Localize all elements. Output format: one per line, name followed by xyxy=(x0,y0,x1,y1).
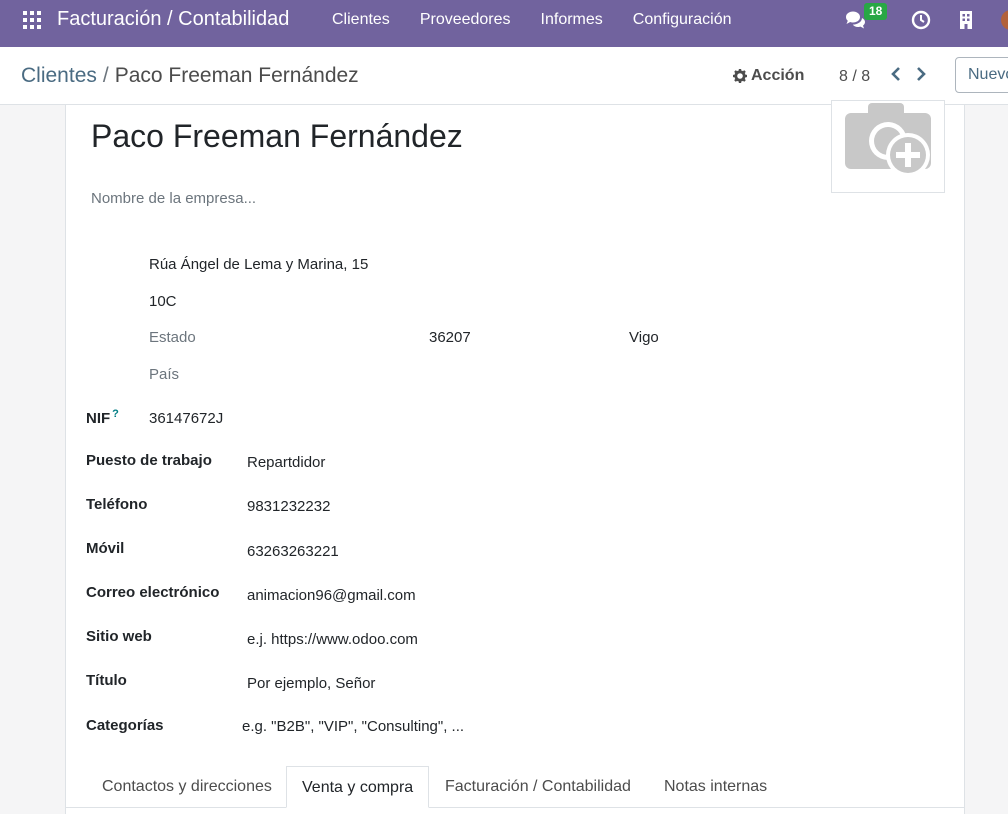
menu-item-configuracion[interactable]: Configuración xyxy=(618,0,747,40)
email-field[interactable]: animacion96@gmail.com xyxy=(247,587,416,604)
pager-value[interactable]: 8 / 8 xyxy=(839,68,870,86)
main-menu: Clientes Proveedores Informes Configurac… xyxy=(317,0,747,40)
partner-name-field[interactable]: Paco Freeman Fernández xyxy=(91,118,463,155)
website-field[interactable]: e.j. https://www.odoo.com xyxy=(247,631,418,648)
form-sheet: Paco Freeman Fernández Nombre de la empr… xyxy=(65,100,965,814)
tab-venta-compra[interactable]: Venta y compra xyxy=(286,766,430,808)
action-button[interactable]: Acción xyxy=(733,67,804,85)
menu-item-clientes[interactable]: Clientes xyxy=(317,0,405,40)
title-label: Título xyxy=(86,672,127,689)
tab-facturacion[interactable]: Facturación / Contabilidad xyxy=(430,766,646,808)
company-icon[interactable] xyxy=(958,10,974,30)
city-field[interactable]: Vigo xyxy=(629,329,659,346)
tab-notas-internas[interactable]: Notas internas xyxy=(649,766,782,808)
country-field[interactable]: País xyxy=(149,366,179,383)
notebook-tabs: Contactos y direcciones Venta y compra F… xyxy=(66,766,964,808)
email-label: Correo electrónico xyxy=(86,584,220,601)
breadcrumb-parent-link[interactable]: Clientes xyxy=(21,64,97,87)
control-panel: Clientes / Paco Freeman Fernández Acción 8… xyxy=(0,47,1008,105)
menu-item-proveedores[interactable]: Proveedores xyxy=(405,0,526,40)
chat-icon[interactable] xyxy=(844,10,866,30)
pager-next-icon[interactable] xyxy=(914,65,928,83)
apps-menu-icon[interactable] xyxy=(23,11,41,29)
company-name-input[interactable]: Nombre de la empresa... xyxy=(91,190,256,207)
nif-field[interactable]: 36147672J xyxy=(149,410,223,427)
job-label: Puesto de trabajo xyxy=(86,452,212,469)
mobile-field[interactable]: 63263263221 xyxy=(247,543,339,560)
title-field[interactable]: Por ejemplo, Señor xyxy=(247,675,375,692)
gear-icon xyxy=(733,69,747,83)
top-navbar: Facturación / Contabilidad Clientes Prov… xyxy=(0,0,1008,47)
action-label: Acción xyxy=(751,67,805,84)
user-avatar[interactable] xyxy=(1001,10,1008,30)
mobile-label: Móvil xyxy=(86,540,125,557)
phone-label: Teléfono xyxy=(86,496,148,513)
pager-previous-icon[interactable] xyxy=(889,65,903,83)
phone-field[interactable]: 9831232232 xyxy=(247,498,330,515)
new-record-button[interactable]: Nuevo xyxy=(955,57,1008,93)
categories-label: Categorías xyxy=(86,717,164,734)
app-title[interactable]: Facturación / Contabilidad xyxy=(57,8,289,31)
help-tooltip-icon[interactable]: ? xyxy=(112,408,119,420)
breadcrumb-separator: / xyxy=(102,64,109,87)
nif-label: NIF? xyxy=(86,408,119,427)
menu-item-informes[interactable]: Informes xyxy=(526,0,618,40)
tab-contactos[interactable]: Contactos y direcciones xyxy=(87,766,287,808)
clock-icon[interactable] xyxy=(911,10,931,30)
nif-label-text: NIF xyxy=(86,410,111,427)
state-field[interactable]: Estado xyxy=(149,329,196,346)
job-field[interactable]: Repartdidor xyxy=(247,454,325,471)
categories-field[interactable]: e.g. "B2B", "VIP", "Consulting", ... xyxy=(242,718,464,735)
street-field[interactable]: Rúa Ángel de Lema y Marina, 15 xyxy=(149,256,368,273)
breadcrumb-current: Paco Freeman Fernández xyxy=(114,64,359,87)
street2-field[interactable]: 10C xyxy=(149,293,177,310)
camera-plus-icon xyxy=(845,103,931,177)
breadcrumb: Clientes / Paco Freeman Fernández xyxy=(21,64,359,88)
messages-count-badge: 18 xyxy=(864,3,888,20)
zip-field[interactable]: 36207 xyxy=(429,329,471,346)
website-label: Sitio web xyxy=(86,628,152,645)
partner-image-upload[interactable] xyxy=(831,100,945,193)
